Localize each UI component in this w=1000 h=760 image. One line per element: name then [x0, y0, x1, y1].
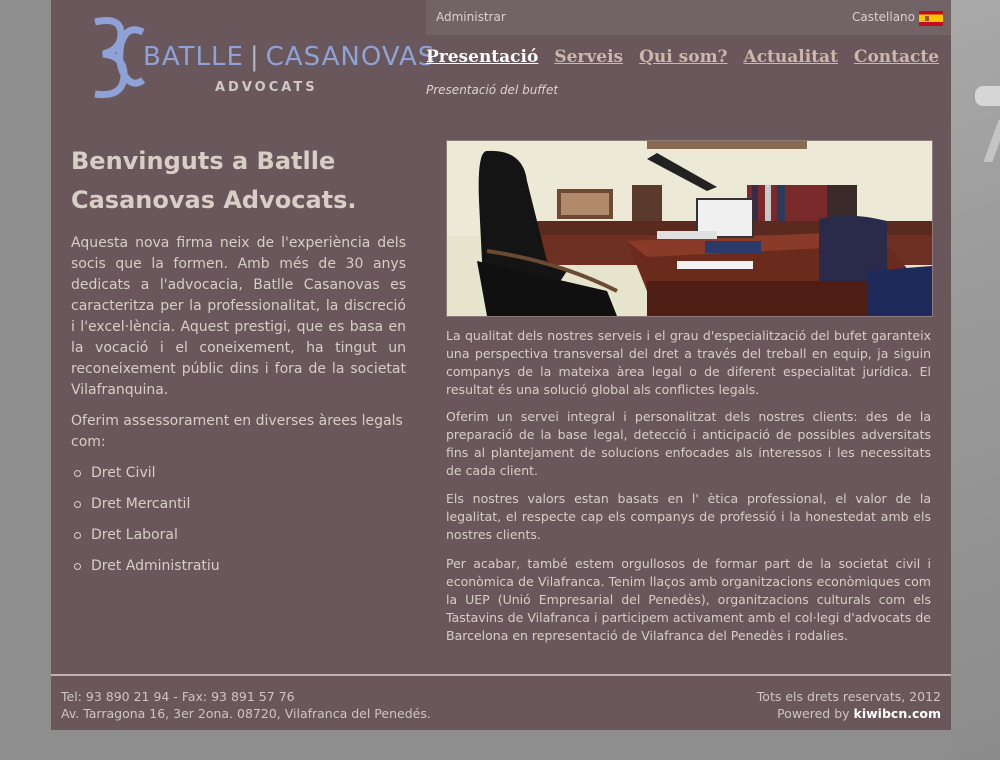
footer: Tel: 93 890 21 94 - Fax: 93 891 57 76 Av… [51, 674, 951, 730]
quality-paragraph: La qualitat dels nostres serveis i el gr… [446, 328, 931, 397]
list-item-label: Dret Administratiu [91, 558, 220, 574]
spain-flag-icon[interactable] [919, 11, 943, 26]
page-background-left [0, 0, 51, 760]
list-item-label: Dret Mercantil [91, 496, 191, 512]
welcome-heading: Benvinguts a Batlle Casanovas Advocats. [71, 147, 357, 214]
office-illustration [447, 141, 932, 316]
credits: Tots els drets reservats, 2012 Powered b… [757, 688, 941, 722]
bullet-icon [74, 563, 81, 570]
list-item: Dret Laboral [71, 525, 220, 556]
language-selector[interactable]: Castellano [852, 10, 915, 24]
bullet-icon [74, 532, 81, 539]
powered-by: Powered by kiwibcn.com [757, 705, 941, 722]
address: Av. Tarragona 16, 3er 2ona. 08720, Vilaf… [61, 706, 431, 721]
brand-name-right: CASANOVAS [265, 42, 436, 72]
brand-name: BATLLE | CASANOVAS [143, 42, 435, 72]
phone-fax: Tel: 93 890 21 94 - Fax: 93 891 57 76 [61, 689, 295, 704]
background-decoration [983, 120, 1000, 162]
bc-monogram-icon [94, 17, 146, 99]
nav-item-qui-som[interactable]: Qui som? [639, 47, 727, 67]
nav-item-serveis[interactable]: Serveis [554, 47, 623, 67]
powered-by-link[interactable]: kiwibcn.com [854, 706, 941, 721]
brand-subtitle: ADVOCATS [215, 80, 318, 95]
service-paragraph: Oferim un servei integral i personalitza… [446, 409, 931, 478]
page-subtitle: Presentació del buffet [426, 83, 559, 97]
powered-by-label: Powered by [777, 706, 850, 721]
community-paragraph: Per acabar, també estem orgullosos de fo… [446, 556, 931, 643]
top-bar: Administrar Castellano [426, 0, 951, 35]
admin-link[interactable]: Administrar [436, 10, 506, 24]
bullet-icon [74, 501, 81, 508]
copyright: Tots els drets reservats, 2012 [756, 689, 941, 704]
values-paragraph: Els nostres valors estan basats en l' èt… [446, 491, 931, 542]
list-item: Dret Administratiu [71, 556, 220, 587]
legal-areas-list: Dret Civil Dret Mercantil Dret Laboral D… [71, 463, 220, 587]
brand-name-left: BATLLE [143, 42, 244, 72]
page-container: BATLLE | CASANOVAS ADVOCATS Administrar Ca… [51, 0, 951, 730]
background-decoration [975, 86, 1000, 106]
nav-item-contacte[interactable]: Contacte [854, 47, 939, 67]
contact-info: Tel: 93 890 21 94 - Fax: 93 891 57 76 Av… [61, 688, 431, 722]
brand-separator: | [249, 42, 260, 72]
list-item-label: Dret Civil [91, 465, 156, 481]
nav-item-actualitat[interactable]: Actualitat [744, 47, 838, 67]
nav-item-presentacio[interactable]: Presentació [426, 47, 538, 67]
list-item: Dret Mercantil [71, 494, 220, 525]
list-item-label: Dret Laboral [91, 527, 178, 543]
intro-paragraph: Aquesta nova firma neix de l'experiència… [71, 235, 406, 398]
office-photo [446, 140, 933, 317]
bullet-icon [74, 470, 81, 477]
page-background-right [951, 0, 1000, 760]
main-nav: Presentació Serveis Qui som? Actualitat … [426, 47, 939, 67]
list-item: Dret Civil [71, 463, 220, 494]
areas-intro: Oferim assessorament en diverses àrees l… [71, 413, 403, 450]
site-logo[interactable]: BATLLE | CASANOVAS ADVOCATS [91, 14, 434, 104]
